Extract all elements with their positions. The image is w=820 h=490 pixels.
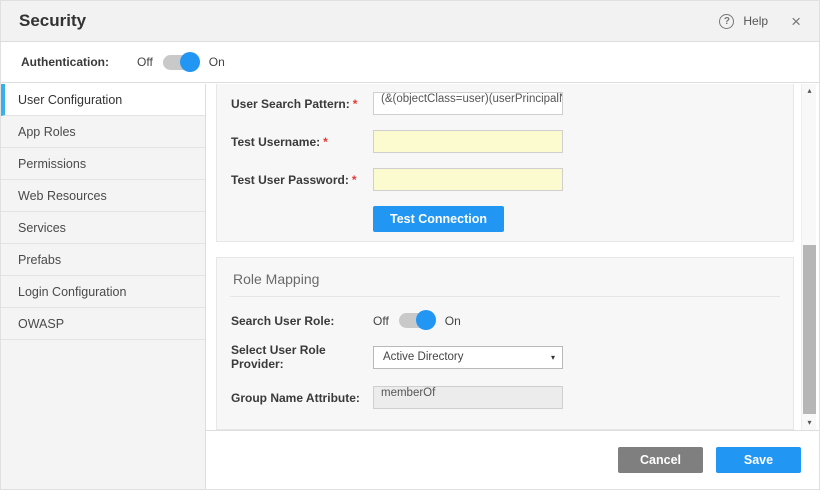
sidebar-item-web-resources[interactable]: Web Resources bbox=[1, 180, 205, 212]
sidebar-item-permissions[interactable]: Permissions bbox=[1, 148, 205, 180]
sidebar-item-app-roles[interactable]: App Roles bbox=[1, 116, 205, 148]
dialog-header: Security ? Help × bbox=[1, 1, 819, 42]
search-user-role-off-label: Off bbox=[373, 314, 389, 328]
save-button[interactable]: Save bbox=[716, 447, 801, 473]
sidebar-item-owasp[interactable]: OWASP bbox=[1, 308, 205, 340]
authentication-off-label: Off bbox=[137, 55, 153, 69]
toggle-knob bbox=[416, 310, 436, 330]
sidebar-item-services[interactable]: Services bbox=[1, 212, 205, 244]
chevron-down-icon: ▾ bbox=[551, 353, 555, 362]
sidebar-item-login-configuration[interactable]: Login Configuration bbox=[1, 276, 205, 308]
role-mapping-title: Role Mapping bbox=[231, 258, 779, 296]
dialog-footer: Cancel Save bbox=[206, 430, 819, 489]
sidebar-item-prefabs[interactable]: Prefabs bbox=[1, 244, 205, 276]
page-title: Security bbox=[19, 11, 86, 31]
authentication-toggle[interactable] bbox=[163, 55, 199, 70]
required-asterisk: * bbox=[323, 135, 328, 149]
help-link[interactable]: Help bbox=[743, 14, 768, 28]
group-name-attribute-label: Group Name Attribute: bbox=[231, 391, 373, 405]
help-icon[interactable]: ? bbox=[719, 14, 734, 29]
cancel-button[interactable]: Cancel bbox=[618, 447, 703, 473]
scrollbar-thumb[interactable] bbox=[803, 245, 816, 414]
test-username-label: Test Username:* bbox=[231, 135, 373, 149]
settings-sidebar: User Configuration App Roles Permissions… bbox=[1, 84, 206, 489]
required-asterisk: * bbox=[353, 97, 358, 111]
search-user-role-label: Search User Role: bbox=[231, 314, 373, 328]
vertical-scrollbar[interactable]: ▴ ▾ bbox=[801, 84, 816, 430]
search-user-role-toggle[interactable] bbox=[399, 313, 435, 328]
scroll-down-icon[interactable]: ▾ bbox=[802, 416, 817, 430]
select-user-role-provider-label: Select User Role Provider: bbox=[231, 343, 373, 371]
user-search-pattern-input[interactable]: (&(objectClass=user)(userPrincipalName bbox=[373, 92, 563, 115]
user-config-panel: User Search Pattern:* (&(objectClass=use… bbox=[216, 84, 794, 242]
test-username-input[interactable] bbox=[373, 130, 563, 153]
toggle-knob bbox=[180, 52, 200, 72]
scroll-up-icon[interactable]: ▴ bbox=[802, 84, 817, 98]
required-asterisk: * bbox=[352, 173, 357, 187]
search-user-role-on-label: On bbox=[445, 314, 461, 328]
authentication-on-label: On bbox=[209, 55, 225, 69]
selected-provider-value: Active Directory bbox=[383, 351, 464, 363]
settings-content: User Search Pattern:* (&(objectClass=use… bbox=[206, 84, 819, 430]
divider bbox=[230, 296, 780, 297]
group-name-attribute-input: memberOf bbox=[373, 386, 563, 409]
close-icon[interactable]: × bbox=[791, 13, 801, 30]
user-role-provider-select[interactable]: Active Directory ▾ bbox=[373, 346, 563, 369]
test-user-password-label: Test User Password:* bbox=[231, 173, 373, 187]
test-connection-button[interactable]: Test Connection bbox=[373, 206, 504, 232]
user-search-pattern-label: User Search Pattern:* bbox=[231, 97, 373, 111]
security-dialog: Security ? Help × Authentication: Off On… bbox=[0, 0, 820, 490]
authentication-label: Authentication: bbox=[21, 55, 109, 69]
sidebar-item-user-configuration[interactable]: User Configuration bbox=[1, 84, 205, 116]
test-user-password-input[interactable] bbox=[373, 168, 563, 191]
authentication-bar: Authentication: Off On bbox=[1, 42, 819, 83]
role-mapping-panel: Role Mapping Search User Role: Off On Se… bbox=[216, 257, 794, 430]
